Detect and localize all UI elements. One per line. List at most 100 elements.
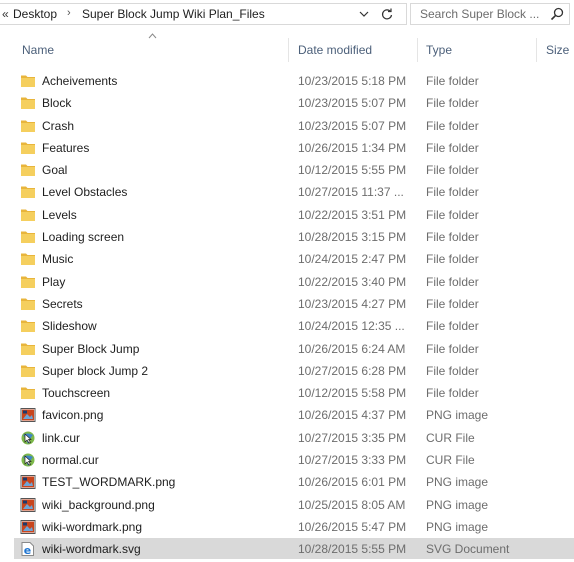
file-name[interactable]: Features — [42, 141, 89, 155]
cursor-file-icon — [20, 452, 36, 468]
file-date-modified: 10/24/2015 2:47 PM — [298, 252, 407, 267]
file-type: File folder — [426, 185, 479, 200]
file-name[interactable]: link.cur — [42, 431, 80, 445]
column-divider[interactable] — [536, 38, 537, 62]
file-name[interactable]: Crash — [42, 119, 74, 133]
file-name[interactable]: Music — [42, 252, 73, 266]
file-type: File folder — [426, 296, 479, 311]
file-name[interactable]: Loading screen — [42, 230, 124, 244]
file-name[interactable]: Super block Jump 2 — [42, 364, 148, 378]
png-image-icon — [20, 407, 36, 423]
png-image-icon — [20, 474, 36, 490]
folder-icon — [20, 73, 36, 89]
folder-icon — [20, 341, 36, 357]
file-name[interactable]: Block — [42, 96, 71, 110]
folder-icon — [20, 363, 36, 379]
file-name[interactable]: wiki_background.png — [42, 498, 155, 512]
file-type: PNG image — [426, 519, 489, 534]
file-row[interactable]: normal.cur 10/27/2015 3:33 PM CUR File — [0, 449, 574, 471]
breadcrumb-separator[interactable]: › — [67, 7, 71, 19]
file-type: File folder — [426, 252, 479, 267]
file-row[interactable]: wiki-wordmark.png 10/26/2015 5:47 PM PNG… — [0, 516, 574, 538]
search-input[interactable]: Search Super Block ... — [410, 3, 570, 25]
file-type: CUR File — [426, 453, 475, 468]
breadcrumb-current-folder[interactable]: Super Block Jump Wiki Plan_Files — [82, 7, 265, 21]
address-bar[interactable]: « Desktop › Super Block Jump Wiki Plan_F… — [0, 3, 407, 25]
file-name[interactable]: Touchscreen — [42, 386, 110, 400]
file-name[interactable]: favicon.png — [42, 408, 103, 422]
file-row[interactable]: Super Block Jump 10/26/2015 6:24 AM File… — [0, 338, 574, 360]
file-name[interactable]: Super Block Jump — [42, 342, 139, 356]
file-name[interactable]: Goal — [42, 163, 67, 177]
file-row[interactable]: Loading screen 10/28/2015 3:15 PM File f… — [0, 226, 574, 248]
file-row[interactable]: Secrets 10/23/2015 4:27 PM File folder — [0, 293, 574, 315]
folder-icon — [20, 118, 36, 134]
cursor-file-icon — [20, 430, 36, 446]
refresh-icon[interactable] — [379, 6, 395, 22]
file-date-modified: 10/23/2015 5:07 PM — [298, 118, 407, 133]
file-row[interactable]: Goal 10/12/2015 5:55 PM File folder — [0, 159, 574, 181]
file-name[interactable]: wiki-wordmark.svg — [42, 542, 141, 556]
column-divider[interactable] — [288, 38, 289, 62]
file-type: PNG image — [426, 475, 489, 490]
file-row[interactable]: wiki_background.png 10/25/2015 8:05 AM P… — [0, 494, 574, 516]
search-placeholder: Search Super Block ... — [420, 7, 540, 21]
file-type: File folder — [426, 118, 479, 133]
file-row[interactable]: Acheivements 10/23/2015 5:18 PM File fol… — [0, 70, 574, 92]
file-row[interactable]: Touchscreen 10/12/2015 5:58 PM File fold… — [0, 382, 574, 404]
file-row[interactable]: TEST_WORDMARK.png 10/26/2015 6:01 PM PNG… — [0, 471, 574, 493]
file-row[interactable]: Block 10/23/2015 5:07 PM File folder — [0, 92, 574, 114]
column-divider[interactable] — [417, 38, 418, 62]
file-row[interactable]: Play 10/22/2015 3:40 PM File folder — [0, 271, 574, 293]
file-row[interactable]: Crash 10/23/2015 5:07 PM File folder — [0, 115, 574, 137]
file-type: File folder — [426, 207, 479, 222]
file-date-modified: 10/26/2015 6:24 AM — [298, 341, 406, 356]
search-icon[interactable] — [549, 6, 565, 22]
file-date-modified: 10/25/2015 8:05 AM — [298, 497, 406, 512]
file-name[interactable]: Slideshow — [42, 319, 97, 333]
file-date-modified: 10/26/2015 1:34 PM — [298, 140, 407, 155]
folder-icon — [20, 162, 36, 178]
file-row[interactable]: Super block Jump 2 10/27/2015 6:28 PM Fi… — [0, 360, 574, 382]
breadcrumb-desktop[interactable]: Desktop — [13, 7, 57, 21]
file-type: File folder — [426, 140, 479, 155]
file-row[interactable]: link.cur 10/27/2015 3:35 PM CUR File — [0, 427, 574, 449]
file-date-modified: 10/23/2015 5:07 PM — [298, 96, 407, 111]
svg-text:e: e — [24, 544, 31, 557]
file-row[interactable]: e wiki-wordmark.svg 10/28/2015 5:55 PM S… — [0, 538, 574, 560]
file-row[interactable]: Music 10/24/2015 2:47 PM File folder — [0, 248, 574, 270]
file-date-modified: 10/27/2015 6:28 PM — [298, 363, 407, 378]
file-name[interactable]: Level Obstacles — [42, 185, 127, 199]
file-name[interactable]: Acheivements — [42, 74, 117, 88]
file-type: File folder — [426, 386, 479, 401]
file-row[interactable]: Features 10/26/2015 1:34 PM File folder — [0, 137, 574, 159]
file-date-modified: 10/12/2015 5:58 PM — [298, 386, 407, 401]
file-name[interactable]: normal.cur — [42, 453, 99, 467]
png-image-icon — [20, 519, 36, 535]
file-date-modified: 10/24/2015 12:35 ... — [298, 319, 405, 334]
column-header-type[interactable]: Type — [426, 43, 452, 61]
png-image-icon — [20, 497, 36, 513]
folder-icon — [20, 207, 36, 223]
column-header-name[interactable]: Name — [22, 43, 54, 61]
folder-icon — [20, 140, 36, 156]
file-name[interactable]: TEST_WORDMARK.png — [42, 475, 175, 489]
file-name[interactable]: Play — [42, 275, 65, 289]
file-type: File folder — [426, 96, 479, 111]
breadcrumb-overflow-button[interactable]: « — [2, 7, 9, 21]
file-date-modified: 10/22/2015 3:40 PM — [298, 274, 407, 289]
file-name[interactable]: wiki-wordmark.png — [42, 520, 142, 534]
folder-icon — [20, 229, 36, 245]
file-type: SVG Document — [426, 542, 510, 557]
file-row[interactable]: Levels 10/22/2015 3:51 PM File folder — [0, 204, 574, 226]
file-row[interactable]: Level Obstacles 10/27/2015 11:37 ... Fil… — [0, 181, 574, 203]
file-list: Acheivements 10/23/2015 5:18 PM File fol… — [0, 70, 574, 561]
file-name[interactable]: Secrets — [42, 297, 83, 311]
file-type: CUR File — [426, 430, 475, 445]
chevron-down-icon[interactable] — [357, 6, 371, 22]
file-row[interactable]: favicon.png 10/26/2015 4:37 PM PNG image — [0, 404, 574, 426]
file-name[interactable]: Levels — [42, 208, 77, 222]
file-row[interactable]: Slideshow 10/24/2015 12:35 ... File fold… — [0, 315, 574, 337]
column-header-size[interactable]: Size — [546, 43, 569, 61]
column-header-date-modified[interactable]: Date modified — [298, 43, 372, 61]
